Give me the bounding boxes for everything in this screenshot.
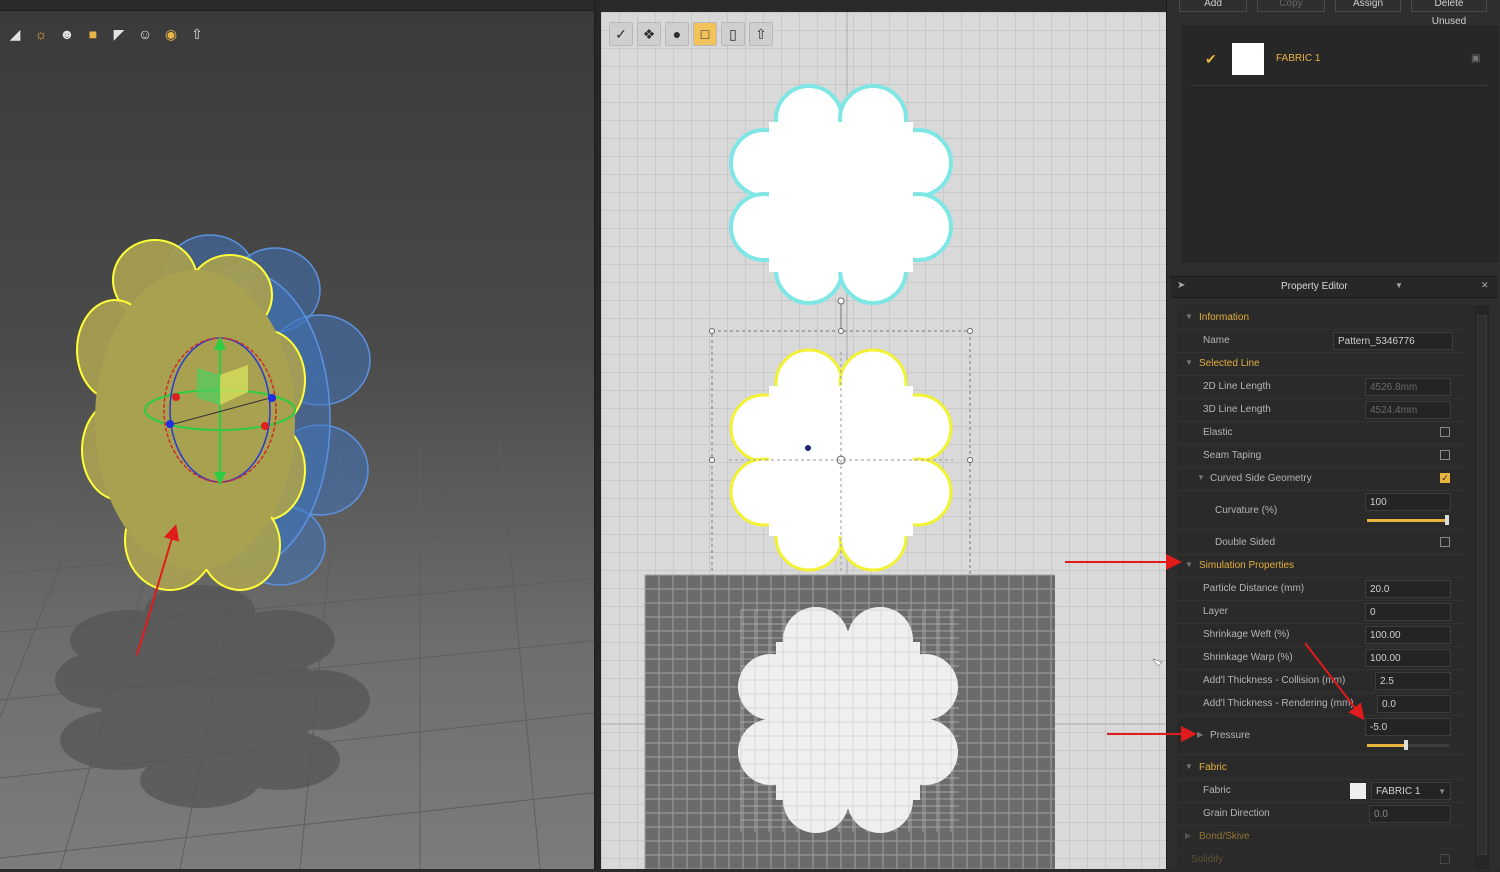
annotation-arrow bbox=[1304, 642, 1365, 721]
annotation-arrow bbox=[136, 524, 180, 656]
annotation-overlay bbox=[136, 524, 1365, 742]
